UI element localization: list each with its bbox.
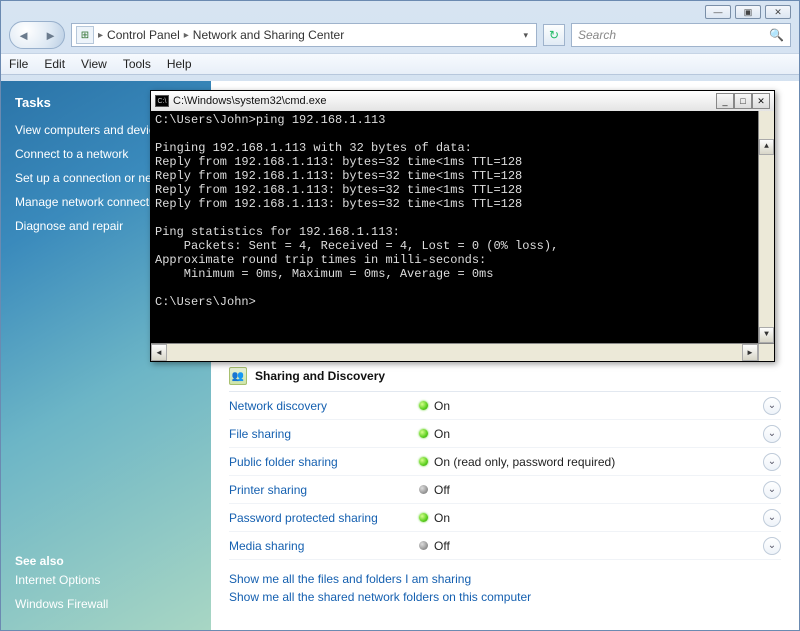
menu-help[interactable]: Help: [167, 57, 192, 71]
sharing-row-value: Off: [434, 483, 763, 497]
search-box[interactable]: Search 🔍: [571, 23, 791, 47]
sharing-row: File sharing On⌄: [229, 420, 781, 448]
cmd-icon: C:\: [155, 95, 169, 107]
sharing-row: Password protected sharing On⌄: [229, 504, 781, 532]
status-on-icon: [419, 513, 428, 522]
cmd-vscrollbar[interactable]: ▲ ▼: [758, 111, 774, 343]
sharing-row-label[interactable]: Media sharing: [229, 539, 419, 553]
see-also-internet-options[interactable]: Internet Options: [15, 573, 197, 587]
cmd-text: C:\Users\John>ping 192.168.1.113 Pinging…: [155, 113, 558, 309]
search-icon[interactable]: 🔍: [769, 28, 784, 42]
sharing-row-value: Off: [434, 539, 763, 553]
breadcrumb-control-panel[interactable]: Control Panel: [107, 28, 180, 42]
cmd-title-text: C:\Windows\system32\cmd.exe: [173, 95, 326, 107]
breadcrumb-sep: ▸: [184, 30, 189, 41]
cmd-hscrollbar[interactable]: ◄ ►: [151, 343, 774, 361]
address-bar[interactable]: ⊞ ▸ Control Panel ▸ Network and Sharing …: [71, 23, 537, 47]
minimize-button[interactable]: —: [705, 5, 731, 19]
search-placeholder: Search: [578, 28, 616, 42]
back-icon: ◄: [17, 28, 30, 43]
link-shared-folders[interactable]: Show me all the shared network folders o…: [229, 590, 781, 604]
expand-chevron-icon[interactable]: ⌄: [763, 481, 781, 499]
menu-file[interactable]: File: [9, 57, 28, 71]
sharing-row: Public folder sharing On (read only, pass…: [229, 448, 781, 476]
menu-tools[interactable]: Tools: [123, 57, 151, 71]
breadcrumb-network-sharing[interactable]: Network and Sharing Center: [193, 28, 344, 42]
sharing-row-value: On: [434, 427, 763, 441]
status-off-icon: [419, 541, 428, 550]
sharing-row: Network discovery On⌄: [229, 392, 781, 420]
sharing-row-value: On: [434, 511, 763, 525]
menu-bar: File Edit View Tools Help: [1, 53, 799, 75]
expand-chevron-icon[interactable]: ⌄: [763, 453, 781, 471]
cmd-maximize-button[interactable]: □: [734, 93, 752, 109]
sharing-row-value: On: [434, 399, 763, 413]
sharing-discovery-header: 👥 Sharing and Discovery: [229, 361, 781, 392]
scroll-left-icon[interactable]: ◄: [151, 344, 167, 361]
sharing-row-label[interactable]: Password protected sharing: [229, 511, 419, 525]
window-controls: — ▣ ✕: [705, 5, 791, 19]
menu-view[interactable]: View: [81, 57, 107, 71]
see-also-heading: See also: [15, 554, 197, 568]
sharing-icon: 👥: [229, 367, 247, 385]
cmd-titlebar[interactable]: C:\ C:\Windows\system32\cmd.exe _ □ ✕: [151, 91, 774, 111]
status-on-icon: [419, 401, 428, 410]
expand-chevron-icon[interactable]: ⌄: [763, 397, 781, 415]
scroll-down-icon[interactable]: ▼: [759, 327, 774, 343]
breadcrumb-sep: ▸: [98, 30, 103, 41]
status-off-icon: [419, 485, 428, 494]
back-forward-buttons[interactable]: ◄ ►: [9, 21, 65, 49]
status-on-icon: [419, 429, 428, 438]
expand-chevron-icon[interactable]: ⌄: [763, 425, 781, 443]
menu-edit[interactable]: Edit: [44, 57, 65, 71]
sharing-row-label[interactable]: File sharing: [229, 427, 419, 441]
cmd-window[interactable]: C:\ C:\Windows\system32\cmd.exe _ □ ✕ C:…: [150, 90, 775, 362]
nav-toolbar: ◄ ► ⊞ ▸ Control Panel ▸ Network and Shar…: [1, 17, 799, 53]
sharing-row-value: On (read only, password required): [434, 455, 763, 469]
sharing-row-label[interactable]: Printer sharing: [229, 483, 419, 497]
cmd-close-button[interactable]: ✕: [752, 93, 770, 109]
location-icon: ⊞: [76, 26, 94, 44]
expand-chevron-icon[interactable]: ⌄: [763, 537, 781, 555]
sharing-links: Show me all the files and folders I am s…: [229, 572, 781, 604]
link-files-sharing[interactable]: Show me all the files and folders I am s…: [229, 572, 781, 586]
sharing-row-label[interactable]: Network discovery: [229, 399, 419, 413]
sharing-row: Printer sharing Off⌄: [229, 476, 781, 504]
scroll-right-icon[interactable]: ►: [742, 344, 758, 361]
expand-chevron-icon[interactable]: ⌄: [763, 509, 781, 527]
sharing-heading: Sharing and Discovery: [255, 369, 385, 383]
forward-icon: ►: [44, 28, 57, 43]
cmd-minimize-button[interactable]: _: [716, 93, 734, 109]
see-also-windows-firewall[interactable]: Windows Firewall: [15, 597, 197, 611]
sharing-row: Media sharing Off⌄: [229, 532, 781, 560]
maximize-button[interactable]: ▣: [735, 5, 761, 19]
scroll-corner: [758, 344, 774, 361]
sharing-row-label[interactable]: Public folder sharing: [229, 455, 419, 469]
address-dropdown[interactable]: ▾: [519, 30, 532, 41]
status-on-icon: [419, 457, 428, 466]
cmd-output[interactable]: C:\Users\John>ping 192.168.1.113 Pinging…: [151, 111, 774, 343]
close-button[interactable]: ✕: [765, 5, 791, 19]
refresh-button[interactable]: ↻: [543, 24, 565, 46]
